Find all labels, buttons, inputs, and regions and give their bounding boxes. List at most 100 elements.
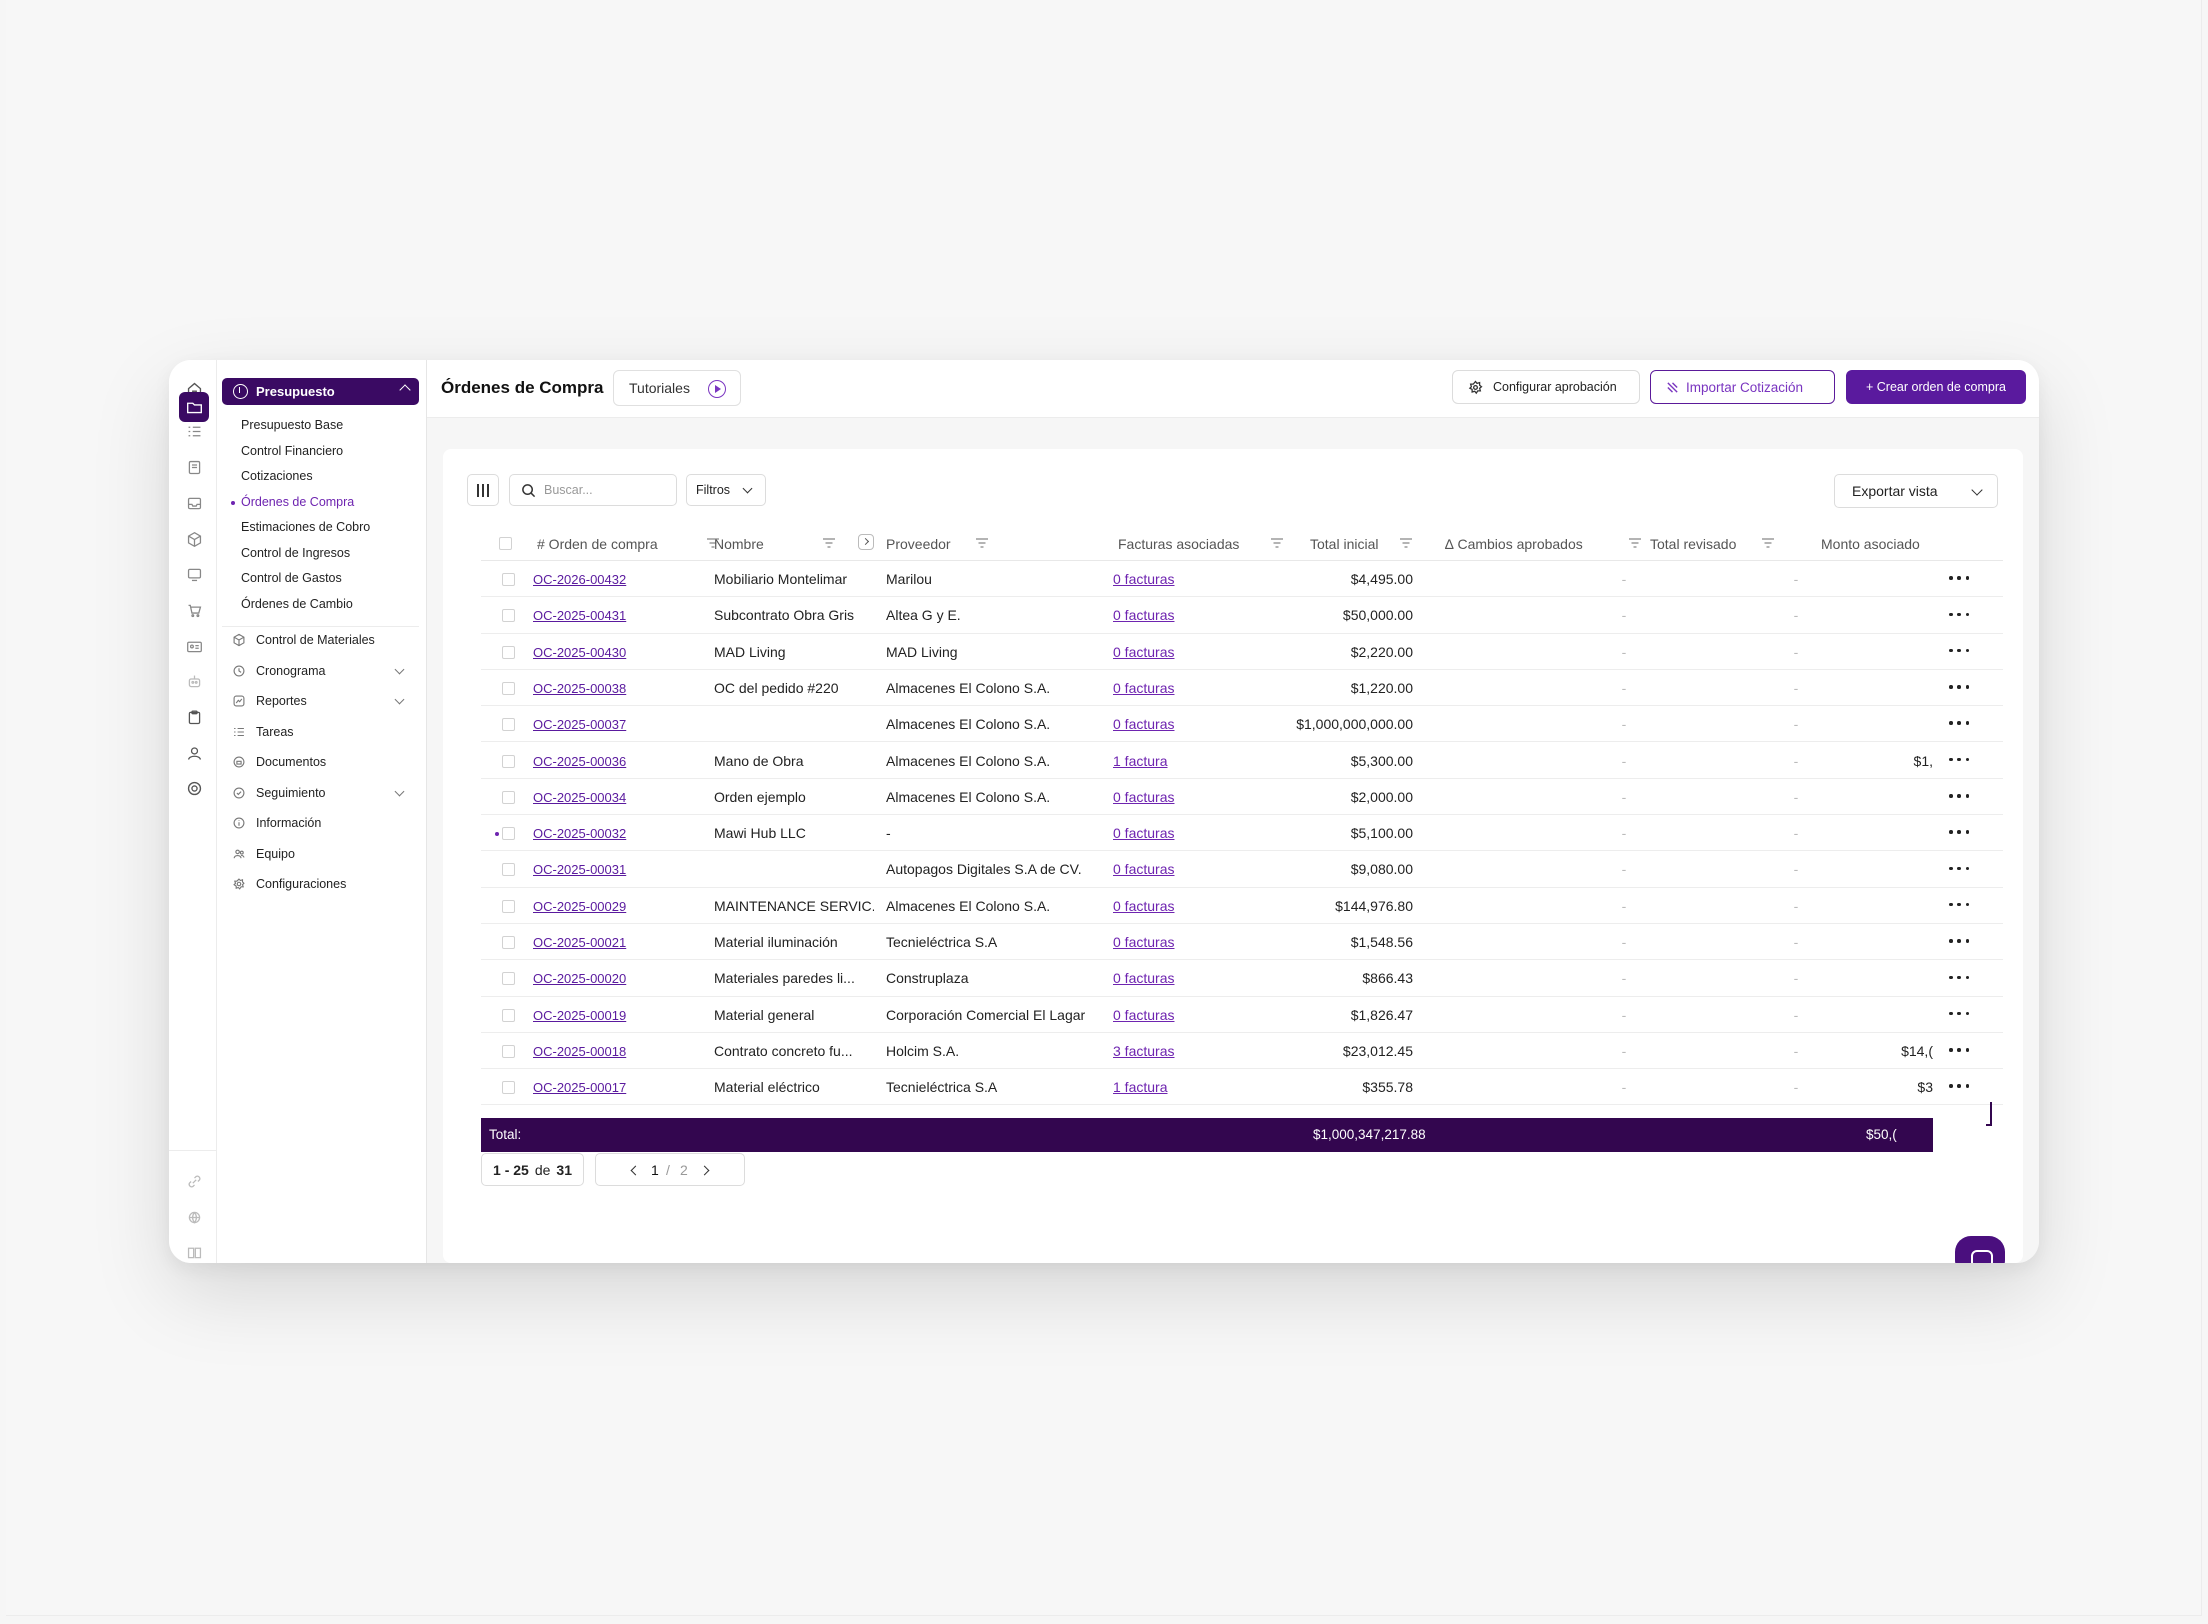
- invoices-link[interactable]: 0 facturas: [1113, 898, 1213, 914]
- order-id-link[interactable]: OC-2025-00017: [533, 1080, 653, 1095]
- row-checkbox[interactable]: [502, 899, 515, 913]
- invoices-link[interactable]: 0 facturas: [1113, 1007, 1213, 1023]
- row-actions-icon[interactable]: [1949, 1043, 1969, 1057]
- row-checkbox[interactable]: [502, 573, 515, 586]
- filters-button[interactable]: Filtros: [686, 474, 766, 506]
- order-id-link[interactable]: OC-2025-00032: [533, 826, 653, 841]
- row-checkbox[interactable]: [502, 718, 515, 732]
- table-row[interactable]: OC-2025-00430 MAD Living MAD Living 0 factu…: [481, 634, 2003, 670]
- sidebar-item-seguimiento[interactable]: Seguimiento: [232, 784, 417, 802]
- table-row[interactable]: OC-2025-00017 Material eléctrico Tecnieléc…: [481, 1069, 2003, 1106]
- table-row[interactable]: OC-2025-00021 Material iluminación Tecniel…: [481, 924, 2003, 961]
- book-icon[interactable]: [179, 1237, 209, 1263]
- invoices-link[interactable]: 0 facturas: [1113, 571, 1213, 587]
- row-actions-icon[interactable]: [1949, 644, 1969, 658]
- row-actions-icon[interactable]: [1949, 753, 1969, 767]
- row-checkbox[interactable]: [502, 1081, 515, 1095]
- order-id-link[interactable]: OC-2025-00038: [533, 681, 653, 696]
- table-row[interactable]: OC-2025-00032 Mawi Hub LLC - 0 facturas $5,1…: [481, 815, 2003, 852]
- create-purchase-order-button[interactable]: + Crear orden de compra: [1846, 370, 2026, 404]
- id-card-icon[interactable]: [179, 631, 209, 661]
- row-checkbox[interactable]: [502, 1044, 515, 1058]
- order-id-link[interactable]: OC-2025-00029: [533, 899, 653, 914]
- filter-icon[interactable]: [1629, 538, 1641, 548]
- table-row[interactable]: OC-2025-00431 Subcontrato Obra Gris Altea …: [481, 597, 2003, 634]
- order-id-link[interactable]: OC-2025-00020: [533, 971, 653, 986]
- row-checkbox[interactable]: [502, 645, 515, 659]
- row-actions-icon[interactable]: [1949, 861, 1969, 875]
- chat-button[interactable]: [1955, 1236, 2005, 1263]
- inbox-icon[interactable]: [179, 488, 209, 518]
- row-checkbox[interactable]: [502, 936, 515, 949]
- table-row[interactable]: OC-2025-00020 Materiales paredes li... Con…: [481, 960, 2003, 997]
- row-actions-icon[interactable]: [1949, 1007, 1969, 1021]
- row-checkbox[interactable]: [502, 827, 515, 841]
- clipboard-icon[interactable]: [179, 702, 209, 732]
- row-actions-icon[interactable]: [1949, 970, 1969, 984]
- column-header-order[interactable]: # Orden de compra: [537, 536, 658, 552]
- invoices-link[interactable]: 0 facturas: [1113, 825, 1213, 841]
- current-page[interactable]: 1: [651, 1162, 659, 1178]
- table-row[interactable]: OC-2025-00034 Orden ejemplo Almacenes El C…: [481, 779, 2003, 816]
- search-box[interactable]: [509, 474, 677, 506]
- sidebar-item-documentos[interactable]: Documentos: [232, 753, 417, 771]
- settings-icon[interactable]: [179, 773, 209, 803]
- table-row[interactable]: OC-2026-00432 Mobiliario Montelimar Marilo…: [481, 561, 2003, 598]
- order-id-link[interactable]: OC-2025-00036: [533, 754, 653, 769]
- invoices-link[interactable]: 0 facturas: [1113, 970, 1213, 986]
- sidebar-section-presupuesto[interactable]: Presupuesto: [222, 378, 419, 405]
- row-checkbox[interactable]: [502, 754, 515, 768]
- invoices-link[interactable]: 0 facturas: [1113, 680, 1213, 696]
- expand-column-button[interactable]: [858, 534, 874, 550]
- robot-icon[interactable]: [179, 666, 209, 696]
- checklist-icon[interactable]: [179, 416, 209, 446]
- invoices-link[interactable]: 1 factura: [1113, 1079, 1213, 1095]
- filter-icon[interactable]: [976, 538, 988, 548]
- chevron-right-icon[interactable]: [699, 1165, 710, 1176]
- row-actions-icon[interactable]: [1949, 716, 1969, 730]
- sidebar-item-tareas[interactable]: Tareas: [232, 723, 417, 741]
- invoices-link[interactable]: 0 facturas: [1113, 716, 1213, 732]
- sidebar-item-configuraciones[interactable]: Configuraciones: [232, 875, 417, 893]
- sidebar-item-cotizaciones[interactable]: Cotizaciones: [241, 469, 313, 483]
- order-id-link[interactable]: OC-2025-00430: [533, 645, 653, 660]
- order-id-link[interactable]: OC-2025-00018: [533, 1044, 653, 1059]
- order-id-link[interactable]: OC-2025-00021: [533, 935, 653, 950]
- sidebar-item-estimaciones-de-cobro[interactable]: Estimaciones de Cobro: [241, 520, 370, 534]
- store-icon[interactable]: [179, 595, 209, 625]
- order-id-link[interactable]: OC-2025-00431: [533, 608, 653, 623]
- sidebar-item-control-de-ingresos[interactable]: Control de Ingresos: [241, 546, 350, 560]
- invoices-link[interactable]: 0 facturas: [1113, 644, 1213, 660]
- column-header-provider[interactable]: Proveedor: [886, 536, 951, 552]
- link-icon[interactable]: [179, 1166, 209, 1196]
- table-row[interactable]: OC-2025-00036 Mano de Obra Almacenes El Co…: [481, 743, 2003, 779]
- user-icon[interactable]: [179, 738, 209, 768]
- row-checkbox[interactable]: [502, 790, 515, 804]
- column-header-associated-amount[interactable]: Monto asociado: [1821, 536, 1933, 552]
- cube-icon[interactable]: [179, 524, 209, 554]
- row-checkbox[interactable]: [502, 972, 515, 986]
- sidebar-item-presupuesto-base[interactable]: Presupuesto Base: [241, 418, 343, 432]
- sidebar-item-control-de-gastos[interactable]: Control de Gastos: [241, 571, 342, 585]
- order-id-link[interactable]: OC-2025-00034: [533, 790, 653, 805]
- order-id-link[interactable]: OC-2025-00031: [533, 862, 653, 877]
- sidebar-item-informacion[interactable]: Información: [232, 814, 417, 832]
- sidebar-item-cronograma[interactable]: Cronograma: [232, 662, 417, 680]
- table-row[interactable]: OC-2025-00038 OC del pedido #220 Almacenes…: [481, 670, 2003, 707]
- filter-icon[interactable]: [1762, 538, 1774, 548]
- invoices-link[interactable]: 0 facturas: [1113, 934, 1213, 950]
- table-row[interactable]: OC-2025-00029 MAINTENANCE SERVIC... Almace…: [481, 888, 2003, 924]
- monitor-icon[interactable]: [179, 559, 209, 589]
- filter-icon[interactable]: [823, 538, 835, 548]
- row-actions-icon[interactable]: [1949, 934, 1969, 948]
- select-all-checkbox[interactable]: [499, 537, 512, 550]
- column-header-approved-changes[interactable]: ∆ Cambios aprobados: [1445, 536, 1583, 552]
- row-checkbox[interactable]: [502, 1008, 515, 1022]
- column-header-total-revised[interactable]: Total revisado: [1650, 536, 1736, 552]
- row-actions-icon[interactable]: [1949, 1079, 1969, 1093]
- filter-icon[interactable]: [1271, 538, 1283, 548]
- sidebar-item-control-de-materiales[interactable]: Control de Materiales: [232, 631, 417, 649]
- filter-icon[interactable]: [1400, 538, 1412, 548]
- table-row[interactable]: OC-2025-00037 Almacenes El Colono S.A. 0 f…: [481, 706, 2003, 743]
- export-view-button[interactable]: Exportar vista: [1834, 474, 1998, 508]
